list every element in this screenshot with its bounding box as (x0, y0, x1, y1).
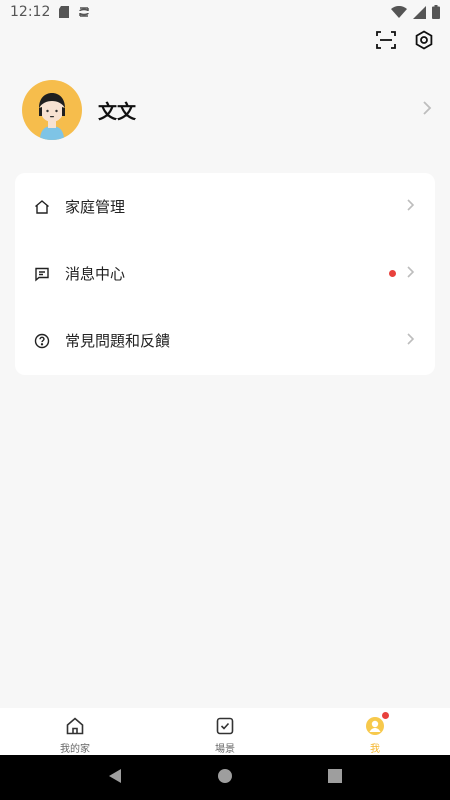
tab-me[interactable]: 我 (300, 708, 450, 755)
tab-my-home[interactable]: 我的家 (0, 708, 150, 755)
status-bar: 12:12 (0, 0, 450, 24)
scan-icon (376, 30, 396, 54)
me-icon (364, 712, 389, 737)
menu-item-label: 常見問題和反饋 (65, 332, 171, 350)
back-triangle-icon (108, 768, 122, 788)
chevron-right-icon (406, 264, 415, 283)
bottom-tab-bar: 我的家 場景 我 (0, 708, 450, 755)
avatar (22, 80, 82, 140)
notification-dot (382, 712, 389, 719)
recents-square-icon (328, 768, 342, 787)
chevron-right-icon (406, 197, 415, 216)
sync-icon (78, 5, 90, 19)
battery-icon (432, 5, 440, 19)
nav-home-button[interactable] (210, 763, 240, 793)
signal-icon (413, 5, 426, 19)
scene-check-icon (214, 715, 236, 737)
scan-button[interactable] (374, 30, 398, 54)
wifi-icon (391, 5, 407, 19)
profile-row[interactable]: 文文 (22, 80, 432, 140)
tab-scenes[interactable]: 場景 (150, 708, 300, 755)
chevron-right-icon (406, 331, 415, 350)
status-time: 12:12 (10, 4, 51, 20)
help-circle-icon (33, 332, 51, 350)
menu-item-label: 消息中心 (65, 265, 126, 283)
settings-button[interactable] (412, 30, 436, 54)
message-icon (33, 265, 51, 283)
notification-dot (389, 270, 396, 277)
username: 文文 (98, 100, 137, 123)
settings-hexagon-icon (414, 30, 434, 54)
tab-label: 我 (370, 744, 380, 755)
chevron-right-icon (422, 100, 432, 120)
home-outline-icon (33, 198, 51, 216)
nav-recents-button[interactable] (320, 763, 350, 793)
menu-item-home-management[interactable]: 家庭管理 (15, 173, 435, 240)
sd-card-icon (58, 5, 70, 19)
top-actions (374, 30, 436, 54)
menu-item-label: 家庭管理 (65, 198, 126, 216)
home-circle-icon (217, 768, 233, 788)
menu-card: 家庭管理 消息中心 常見問題和反饋 (15, 173, 435, 375)
nav-back-button[interactable] (100, 763, 130, 793)
system-nav-bar (0, 755, 450, 800)
menu-item-faq-feedback[interactable]: 常見問題和反饋 (15, 307, 435, 374)
home-icon (64, 715, 86, 737)
tab-label: 場景 (215, 744, 235, 755)
menu-item-message-center[interactable]: 消息中心 (15, 240, 435, 307)
tab-label: 我的家 (60, 744, 90, 755)
